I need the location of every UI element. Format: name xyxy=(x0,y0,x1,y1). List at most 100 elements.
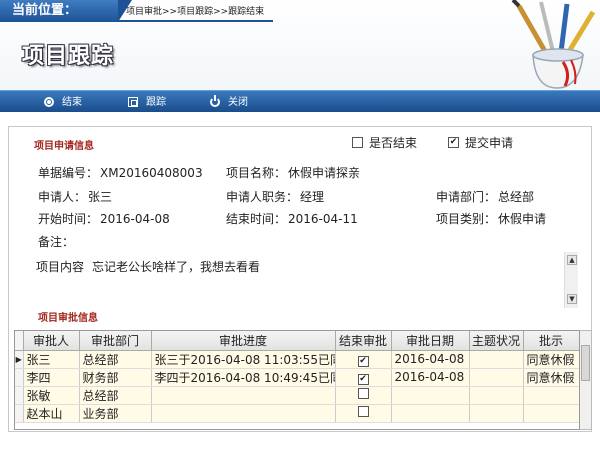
is-ended-checkbox[interactable]: 是否结束 xyxy=(352,134,417,151)
is-ended-box[interactable] xyxy=(352,137,363,148)
track-button-label: 跟踪 xyxy=(146,96,166,108)
applicant-field: 申请人： 张三 xyxy=(38,188,112,205)
note-cell[interactable]: 同意休假 xyxy=(523,368,579,387)
approver-cell[interactable]: 赵本山 xyxy=(23,404,80,423)
row-indicator-header xyxy=(15,331,24,351)
dept-cell[interactable]: 总经部 xyxy=(79,350,152,369)
table-row[interactable]: ▶ 张三 总经部 张三于2016-04-08 11:03:55已同意 ✔ 2016-04-… xyxy=(15,350,579,369)
table-row[interactable]: 赵本山 业务部 xyxy=(15,404,579,423)
checkbox-box[interactable] xyxy=(357,406,369,417)
row-indicator-icon[interactable] xyxy=(15,404,24,423)
end-approval-checkbox[interactable] xyxy=(335,404,392,423)
table-scrollbar[interactable] xyxy=(580,330,592,430)
doc-no-value: XM20160408003 xyxy=(100,166,203,180)
submit-box[interactable]: ✔ xyxy=(448,137,459,148)
dept-value: 总经部 xyxy=(498,190,535,204)
category-field: 项目类别： 休假申请 xyxy=(436,210,546,227)
date-cell[interactable]: 2016-04-08 xyxy=(391,350,470,369)
status-cell[interactable] xyxy=(469,386,524,405)
project-name-label: 项目名称： xyxy=(226,166,287,180)
note-cell[interactable] xyxy=(523,386,579,405)
is-ended-label: 是否结束 xyxy=(369,136,418,150)
end-button[interactable]: 结束 xyxy=(44,91,82,113)
progress-cell[interactable]: 李四于2016-04-08 10:49:45已同意 xyxy=(151,368,336,387)
record-circle-icon xyxy=(44,97,54,107)
applicant-label: 申请人： xyxy=(38,190,87,204)
content-scrollbar[interactable]: ▲ ▼ xyxy=(564,252,578,308)
scroll-thumb[interactable] xyxy=(581,345,590,381)
date-cell[interactable]: 2016-04-08 xyxy=(391,368,470,387)
end-approval-checkbox[interactable]: ✔ xyxy=(335,368,392,387)
close-button-label: 关闭 xyxy=(228,96,248,108)
column-header[interactable]: 审批人 xyxy=(23,331,80,351)
end-approval-checkbox[interactable] xyxy=(335,386,392,405)
row-indicator-icon[interactable]: ▶ xyxy=(15,350,24,369)
status-cell[interactable] xyxy=(469,404,524,423)
approver-cell[interactable]: 张敏 xyxy=(23,386,80,405)
note-cell[interactable]: 同意休假 xyxy=(523,350,579,369)
status-cell[interactable] xyxy=(469,368,524,387)
column-header[interactable]: 结束审批 xyxy=(335,331,392,351)
start-time-value: 2016-04-08 xyxy=(100,212,170,226)
progress-cell[interactable] xyxy=(151,404,336,423)
approver-cell[interactable]: 张三 xyxy=(23,350,80,369)
checkbox-box[interactable]: ✔ xyxy=(357,355,369,367)
end-time-field: 结束时间： 2016-04-11 xyxy=(226,210,358,227)
end-button-label: 结束 xyxy=(62,96,82,108)
dept-cell[interactable]: 业务部 xyxy=(79,404,152,423)
checkbox-box[interactable]: ✔ xyxy=(357,373,369,385)
column-header[interactable]: 审批日期 xyxy=(391,331,470,351)
approval-table: 审批人 审批部门 审批进度 结束审批 审批日期 主题状况 批示 ▶ 张三 总经部 张三… xyxy=(14,330,580,430)
date-cell[interactable] xyxy=(391,404,470,423)
dept-label: 申请部门： xyxy=(436,190,497,204)
track-button[interactable]: 跟踪 xyxy=(128,91,166,113)
note-cell[interactable] xyxy=(523,404,579,423)
row-indicator-icon[interactable] xyxy=(15,386,24,405)
category-value: 休假申请 xyxy=(498,212,547,226)
start-time-label: 开始时间： xyxy=(38,212,99,226)
table-row[interactable]: 李四 财务部 李四于2016-04-08 10:49:45已同意 ✔ 2016-04-0… xyxy=(15,368,579,387)
scroll-up-icon[interactable]: ▲ xyxy=(567,255,577,265)
remark-label: 备注： xyxy=(38,235,75,249)
dept-field: 申请部门： 总经部 xyxy=(436,188,534,205)
page-title: 项目跟踪 xyxy=(22,44,115,69)
pen-holder-logo-icon xyxy=(511,0,596,89)
status-cell[interactable] xyxy=(469,350,524,369)
table-row[interactable]: 张敏 总经部 xyxy=(15,386,579,405)
dept-cell[interactable]: 财务部 xyxy=(79,368,152,387)
project-name-value: 休假申请探亲 xyxy=(288,166,361,180)
submit-label: 提交申请 xyxy=(465,136,514,150)
checkbox-box[interactable] xyxy=(357,388,369,399)
doc-no-label: 单据编号： xyxy=(38,166,99,180)
page-header: 当前位置： 项目审批>>项目跟踪>>跟踪结束 项目跟踪 xyxy=(0,0,600,90)
location-underline xyxy=(118,20,273,22)
remark-field: 备注： xyxy=(38,233,76,250)
close-button[interactable]: 关闭 xyxy=(210,91,248,113)
copy-window-icon xyxy=(128,97,138,107)
toolbar: 结束 跟踪 关闭 xyxy=(0,90,600,112)
end-approval-checkbox[interactable]: ✔ xyxy=(335,350,392,369)
dept-cell[interactable]: 总经部 xyxy=(79,386,152,405)
table-header-row: 审批人 审批部门 审批进度 结束审批 审批日期 主题状况 批示 xyxy=(15,331,579,351)
scroll-down-icon[interactable]: ▼ xyxy=(567,294,577,304)
column-header[interactable]: 批示 xyxy=(523,331,579,351)
row-indicator-icon[interactable] xyxy=(15,368,24,387)
progress-cell[interactable]: 张三于2016-04-08 11:03:55已同意 xyxy=(151,350,336,369)
submit-checkbox[interactable]: ✔ 提交申请 xyxy=(448,134,513,151)
progress-cell[interactable] xyxy=(151,386,336,405)
date-cell[interactable] xyxy=(391,386,470,405)
end-time-value: 2016-04-11 xyxy=(288,212,358,226)
application-section-title: 项目申请信息 xyxy=(34,141,94,152)
category-label: 项目类别： xyxy=(436,212,497,226)
doc-no-field: 单据编号： XM20160408003 xyxy=(38,164,203,181)
project-name-field: 项目名称： 休假申请探亲 xyxy=(226,164,360,181)
content-textarea[interactable]: 忘记老公长啥样了，我想去看看 xyxy=(92,258,260,275)
power-icon xyxy=(210,95,220,107)
position-field: 申请人职务： 经理 xyxy=(226,188,324,205)
end-time-label: 结束时间： xyxy=(226,212,287,226)
approver-cell[interactable]: 李四 xyxy=(23,368,80,387)
position-value: 经理 xyxy=(300,190,325,204)
column-header[interactable]: 主题状况 xyxy=(469,331,524,351)
column-header[interactable]: 审批部门 xyxy=(79,331,152,351)
column-header[interactable]: 审批进度 xyxy=(151,331,336,351)
